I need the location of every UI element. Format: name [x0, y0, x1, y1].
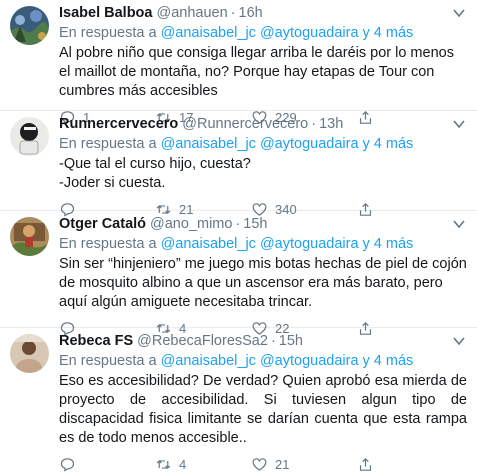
- chevron-down-icon[interactable]: [453, 8, 465, 18]
- user-handle[interactable]: @ano_mimo: [150, 215, 232, 233]
- tweet-text: Sin ser “hinjeniero” me juego mis botas …: [59, 256, 467, 310]
- separator-dot: ·: [311, 116, 317, 132]
- avatar[interactable]: [10, 117, 49, 156]
- heart-icon: [252, 457, 267, 471]
- like-button[interactable]: 21: [251, 456, 357, 473]
- tweet-text: -Que tal el curso hijo, cuesta? -Joder s…: [59, 155, 467, 193]
- reply-prefix: En respuesta a: [59, 25, 157, 41]
- reply-context: En respuesta a @anaisabel_jc @aytoguadai…: [59, 352, 467, 371]
- tweet[interactable]: Isabel Balboa @anhauen · 16h En respuest…: [0, 0, 477, 125]
- separator-dot: ·: [235, 216, 241, 232]
- reply-mentions[interactable]: @anaisabel_jc @aytoguadaira y 4 más: [161, 136, 414, 152]
- retweet-icon: [156, 459, 171, 469]
- tweet[interactable]: Runnercervecero @Runnercervecero · 13h E…: [0, 111, 477, 217]
- user-handle[interactable]: @Runnercervecero: [182, 115, 308, 133]
- reply-button[interactable]: [59, 456, 155, 473]
- reply-mentions[interactable]: @anaisabel_jc @aytoguadaira y 4 más: [161, 236, 414, 252]
- share-button[interactable]: [357, 456, 381, 473]
- tweet-header: Rebeca FS @RebecaFloresSa2 · 15h: [59, 328, 467, 350]
- retweet-count: 4: [179, 456, 187, 472]
- tweet-header: Runnercervecero @Runnercervecero · 13h: [59, 111, 467, 133]
- timestamp[interactable]: 16h: [239, 4, 263, 22]
- reply-icon: [60, 457, 75, 472]
- reply-context: En respuesta a @anaisabel_jc @aytoguadai…: [59, 235, 467, 254]
- chevron-down-icon[interactable]: [453, 336, 465, 346]
- reply-context: En respuesta a @anaisabel_jc @aytoguadai…: [59, 24, 467, 43]
- reply-prefix: En respuesta a: [59, 236, 157, 252]
- separator-dot: ·: [230, 5, 236, 21]
- share-icon: [359, 457, 372, 471]
- tweet-actions: 4 21: [59, 452, 467, 476]
- chevron-down-icon[interactable]: [453, 219, 465, 229]
- timestamp[interactable]: 13h: [319, 115, 343, 133]
- tweet-text: Al pobre niño que consiga llegar arriba …: [59, 45, 454, 99]
- tweet[interactable]: Otger Cataló @ano_mimo · 15h En respuest…: [0, 211, 477, 336]
- avatar[interactable]: [10, 217, 49, 256]
- reply-mentions[interactable]: @anaisabel_jc @aytoguadaira y 4 más: [161, 25, 414, 41]
- chevron-down-icon[interactable]: [453, 119, 465, 129]
- timestamp[interactable]: 15h: [243, 215, 267, 233]
- user-handle[interactable]: @anhauen: [156, 4, 227, 22]
- reply-context: En respuesta a @anaisabel_jc @aytoguadai…: [59, 135, 467, 154]
- tweet-text-line: -Joder si cuesta.: [59, 175, 166, 191]
- tweet-header: Isabel Balboa @anhauen · 16h: [59, 0, 467, 22]
- like-count: 21: [275, 456, 290, 472]
- display-name[interactable]: Rebeca FS: [59, 332, 133, 350]
- avatar[interactable]: [10, 334, 49, 373]
- tweet-text-line: -Que tal el curso hijo, cuesta?: [59, 156, 251, 172]
- reply-timeline: Isabel Balboa @anhauen · 16h En respuest…: [0, 0, 477, 472]
- avatar[interactable]: [10, 6, 49, 45]
- display-name[interactable]: Isabel Balboa: [59, 4, 152, 22]
- tweet[interactable]: Rebeca FS @RebecaFloresSa2 · 15h En resp…: [0, 328, 477, 472]
- reply-prefix: En respuesta a: [59, 353, 157, 369]
- reply-prefix: En respuesta a: [59, 136, 157, 152]
- retweet-button[interactable]: 4: [155, 456, 251, 473]
- tweet-text: Eso es accesibilidad? De verdad? Quien a…: [59, 373, 467, 446]
- tweet-header: Otger Cataló @ano_mimo · 15h: [59, 211, 467, 233]
- user-handle[interactable]: @RebecaFloresSa2: [137, 332, 268, 350]
- display-name[interactable]: Runnercervecero: [59, 115, 178, 133]
- separator-dot: ·: [270, 333, 276, 349]
- reply-mentions[interactable]: @anaisabel_jc @aytoguadaira y 4 más: [161, 353, 414, 369]
- display-name[interactable]: Otger Cataló: [59, 215, 146, 233]
- timestamp[interactable]: 15h: [279, 332, 303, 350]
